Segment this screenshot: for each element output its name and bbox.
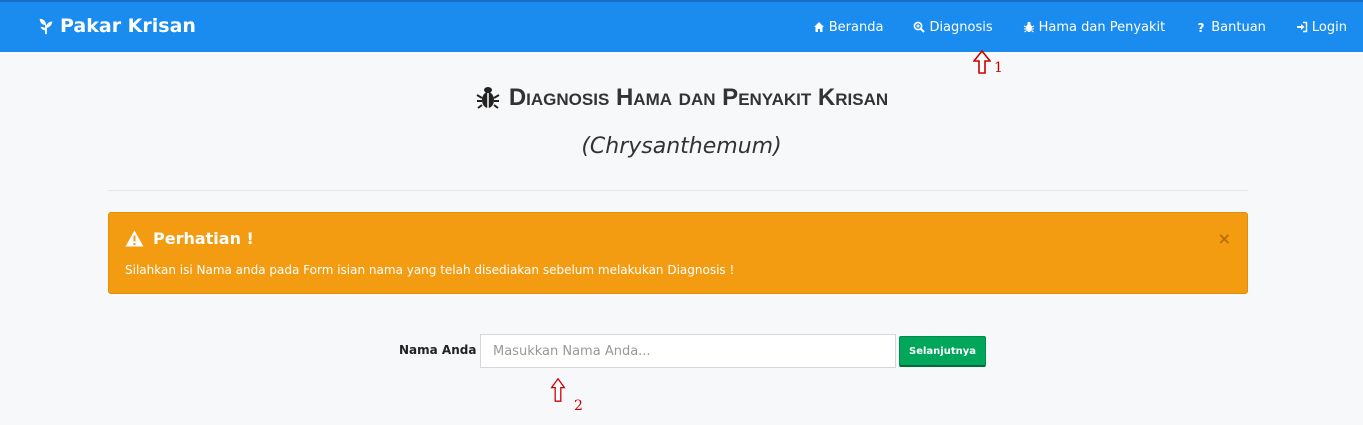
top-navbar: Pakar Krisan Beranda Diagnosis Hama dan …: [0, 0, 1363, 52]
nav-menu: Beranda Diagnosis Hama dan Penyakit ? Ba…: [813, 2, 1363, 52]
page-title-text: Diagnosis Hama dan Penyakit Krisan: [508, 84, 889, 111]
alert-heading-text: Perhatian !: [153, 229, 254, 248]
nav-item-beranda[interactable]: Beranda: [813, 19, 884, 35]
annotation-number: 2: [574, 398, 583, 414]
search-plus-icon: [914, 21, 926, 33]
page-subtitle: (Chrysanthemum): [581, 134, 782, 159]
page-title: Diagnosis Hama dan Penyakit Krisan: [0, 84, 1363, 112]
name-input[interactable]: [480, 334, 896, 368]
bug-icon: [1023, 21, 1034, 33]
sign-in-icon: [1296, 21, 1308, 33]
warning-alert: Perhatian ! Silahkan isi Nama anda pada …: [108, 212, 1248, 294]
nav-label: Diagnosis: [929, 19, 993, 35]
nav-label: Beranda: [828, 19, 884, 35]
annotation-number: 1: [994, 60, 1003, 76]
svg-text:?: ?: [1198, 21, 1205, 33]
nav-item-diagnosis[interactable]: Diagnosis: [913, 19, 993, 35]
question-icon: ?: [1198, 21, 1205, 33]
bug-icon: [476, 87, 500, 109]
leaf-icon: [39, 18, 53, 35]
alert-message: Silahkan isi Nama anda pada Form isian n…: [125, 263, 735, 277]
home-icon: [813, 22, 824, 32]
annotation-arrow-up-icon: [550, 378, 566, 402]
name-label: Nama Anda :: [399, 343, 486, 357]
nav-label: Bantuan: [1211, 19, 1266, 35]
brand-link[interactable]: Pakar Krisan: [37, 15, 196, 37]
nav-item-hama-penyakit[interactable]: Hama dan Penyakit: [1023, 19, 1166, 35]
close-button[interactable]: ×: [1218, 229, 1231, 248]
nav-label: Login: [1311, 19, 1347, 35]
divider: [108, 190, 1248, 191]
brand-name: Pakar Krisan: [60, 15, 196, 37]
annotation-arrow-up-icon: [973, 50, 991, 74]
alert-heading: Perhatian !: [125, 229, 254, 248]
nav-item-login[interactable]: Login: [1296, 20, 1347, 35]
warning-icon: [125, 230, 144, 247]
nav-item-bantuan[interactable]: ? Bantuan: [1195, 20, 1266, 35]
nav-label: Hama dan Penyakit: [1038, 19, 1166, 35]
next-button[interactable]: Selanjutnya: [899, 336, 986, 367]
